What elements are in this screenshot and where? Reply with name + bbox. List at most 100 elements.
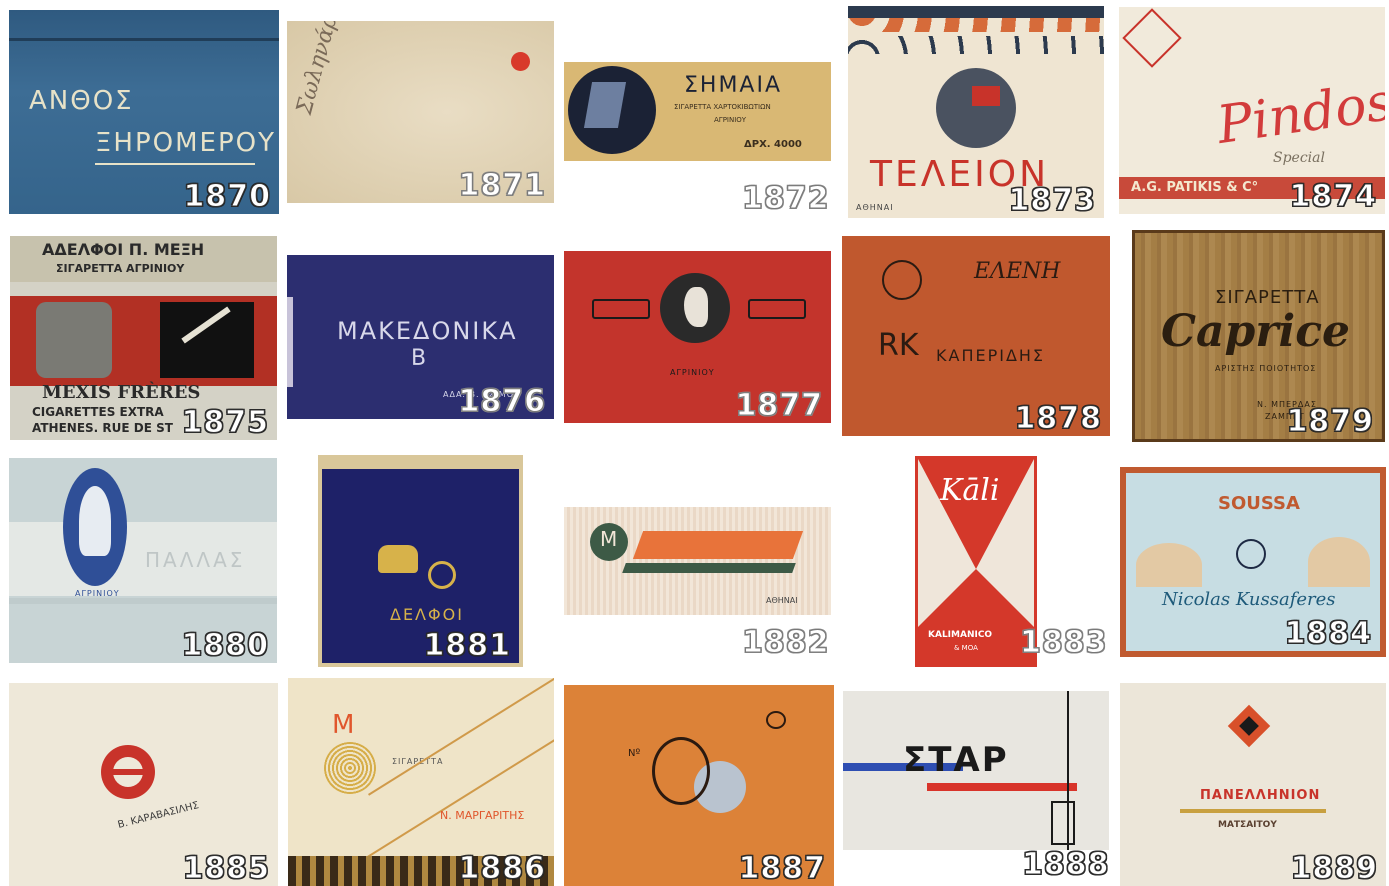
brand: SOUSSA (1218, 493, 1300, 514)
line: ΣΙΓΑΡΕΤΤΑ ΑΓΡΙΝΙΟΥ (56, 262, 185, 275)
brand: ΣΤΑΡ (903, 740, 1009, 780)
diamond-logo (1227, 704, 1271, 748)
label: ΞΗΡΟΜΕΡΟΥ (95, 128, 277, 158)
card-1883: Kāli KALIMANICO & MOA (915, 456, 1037, 667)
line: KALIMANICO (928, 630, 993, 640)
wheel (428, 561, 456, 589)
card-1874: Pindos Special A.G. PATIKIS & C° 1874 (1119, 7, 1385, 214)
brand: Pindos (1213, 72, 1385, 156)
card-1887: Nº 1887 (564, 685, 834, 886)
number-three (652, 737, 710, 805)
monogram (160, 302, 254, 378)
year-label: 1884 (1284, 616, 1372, 651)
signature: Nicolas Kussaferes (1162, 589, 1336, 610)
stripe (9, 38, 279, 41)
card-1884: SOUSSA Nicolas Kussaferes 1884 (1120, 467, 1386, 657)
year-label: 1877 (735, 388, 823, 423)
profile (684, 287, 708, 327)
card-1879: ΣΙΓΑΡΕΤΤΑ Caprice ΑΡΙΣΤΗΣ ΠΟΙΟΤΗΤΟΣ Ν. Μ… (1132, 230, 1385, 442)
line: CIGARETTES EXTRA (32, 405, 164, 419)
stripe (287, 297, 293, 387)
logo-letter: M (600, 527, 618, 551)
mosque-right (1308, 537, 1370, 587)
card-1886: Μ ΣΙΓΑΡΕΤΤΑ Ν. ΜΑΡΓΑΡΙΤΗΣ 1886 (288, 678, 554, 886)
subtitle: Β (411, 346, 427, 371)
line (9, 598, 277, 604)
inner (1239, 716, 1259, 736)
year-label: 1874 (1289, 179, 1377, 214)
portrait-medallion (660, 273, 730, 343)
diagonal-line (368, 678, 554, 796)
maker: A.G. PATIKIS & C° (1131, 180, 1259, 195)
brand: ΠΑΛΛΑΣ (145, 548, 246, 572)
chariot-emblem (378, 535, 458, 589)
card-1882: M ΑΘΗΝΑΙ 1882 (564, 507, 831, 615)
green-stripe (622, 563, 796, 573)
theta-logo (101, 745, 155, 799)
subbrand: Special (1273, 150, 1325, 166)
year-label: 1887 (738, 851, 826, 886)
top-edge (322, 459, 519, 469)
wave-top (848, 6, 1104, 18)
year-label: 1873 (1008, 183, 1096, 218)
line: ΚΑΠΕΡΙΔΗΣ (936, 346, 1046, 365)
year-label: 1881 (423, 628, 511, 663)
figure (79, 486, 111, 556)
brand: ΔΕΛΦΟΙ (390, 605, 464, 624)
portrait (36, 302, 112, 378)
logo-circle (882, 260, 922, 300)
price: ΔΡΧ. 4000 (744, 139, 802, 150)
card-1871: Σωληνάρια 1871 (287, 21, 554, 203)
year-label: 1880 (181, 628, 269, 663)
emblem (568, 66, 656, 154)
card-1875: ΑΔΕΛΦΟΙ Π. ΜΕΞΗ ΣΙΓΑΡΕΤΤΑ ΑΓΡΙΝΙΟΥ MEXIS… (10, 236, 277, 440)
frame (1051, 801, 1075, 845)
title: ΣΗΜΑΙΑ (684, 73, 783, 98)
wave-band (848, 36, 1104, 54)
year-label: 1886 (458, 851, 546, 886)
card-1878: ΕΛΕΝΗ RK ΚΑΠΕΡΙΔΗΣ 1878 (842, 236, 1110, 436)
brand: Caprice (1161, 306, 1350, 357)
line: ΕΛΕΝΗ (974, 259, 1061, 284)
year-label: 1875 (181, 405, 269, 440)
logo-letter: Μ (332, 710, 355, 740)
red-bar (927, 783, 1077, 791)
line: Nº (628, 748, 641, 759)
bottom-triangle (918, 569, 1034, 627)
bar (113, 769, 143, 775)
stroke (181, 306, 231, 344)
line: ΣΙΓΑΡΕΤΤΑ ΧΑΡΤΟΚΙΒΩΤΙΩΝ (674, 103, 771, 111)
line: ΜΑΤΣΑΙΤΟΥ (1218, 820, 1277, 830)
line: MEXIS FRÈRES (42, 382, 201, 403)
line: & MOA (954, 644, 978, 652)
signature: Σωληνάρια (292, 21, 349, 118)
sun-emblem (324, 742, 376, 794)
flag (972, 86, 1000, 106)
red-dot (511, 52, 530, 71)
wave-band (848, 18, 1104, 32)
diamond-logo (1122, 8, 1182, 68)
card-1877: ΑΓΡΙΝΙΟΥ 1877 (564, 251, 831, 423)
year-label: 1876 (458, 384, 546, 419)
card-1881: ΔΕΛΦΟΙ 1881 (318, 455, 523, 667)
rule (1180, 809, 1326, 813)
year-label: 1871 (458, 168, 546, 203)
cameo (63, 468, 127, 586)
monogram (1236, 539, 1266, 569)
line: Ν. ΜΑΡΓΑΡΙΤΗΣ (440, 809, 525, 822)
frame-right (748, 299, 806, 319)
line: Β. ΚΑΡΑΒΑΣΙΛΗΣ (116, 800, 201, 831)
emblem (936, 68, 1016, 148)
mosque-left (1136, 543, 1202, 587)
small-circle (766, 711, 786, 729)
underline (95, 163, 255, 165)
line: ΑΓΡΙΝΙΟΥ (714, 116, 747, 124)
card-1880: ΠΑΛΛΑΣ ΑΓΡΙΝΙΟΥ 1880 (9, 458, 277, 663)
line: ΑΘΗΝΑΙ (766, 596, 798, 605)
flag-shape (583, 82, 627, 128)
line: ATHENES. RUE DE ST (32, 421, 173, 435)
brand: Kāli (940, 473, 1000, 508)
card-1885: Β. ΚΑΡΑΒΑΣΙΛΗΣ 1885 (9, 683, 278, 886)
line: ΑΡΙΣΤΗΣ ΠΟΙΟΤΗΤΟΣ (1215, 364, 1317, 373)
orange-banner (632, 531, 804, 559)
